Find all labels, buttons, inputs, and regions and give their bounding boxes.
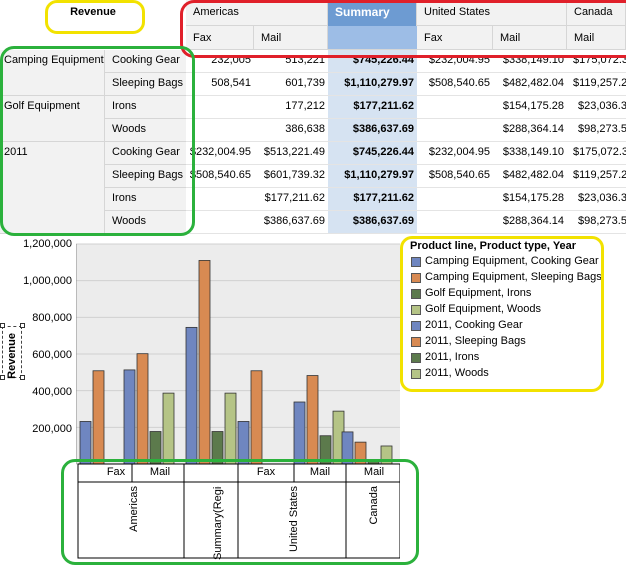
table-cell: $23,036.3	[567, 188, 626, 211]
table-cell-summary: $386,637.69	[328, 119, 417, 142]
bar	[162, 392, 175, 465]
table-cell: $508,540.65	[417, 165, 493, 188]
bar	[198, 260, 211, 465]
table-cell: $513,221.49	[254, 142, 328, 165]
table-cell	[417, 211, 493, 234]
table-cell	[186, 188, 254, 211]
bar	[250, 370, 263, 465]
table-cell: $119,257.2	[567, 165, 626, 188]
table-cell	[186, 119, 254, 142]
table-cell-summary: $386,637.69	[328, 211, 417, 234]
table-cell: $232,004.95	[417, 142, 493, 165]
bar	[136, 353, 149, 465]
bar	[79, 421, 92, 465]
bar	[123, 369, 136, 465]
table-cell: $482,482.04	[493, 165, 567, 188]
table-cell: $288,364.14	[493, 211, 567, 234]
table-cell-summary: $1,110,279.97	[328, 73, 417, 96]
table-cell: $98,273.5	[567, 211, 626, 234]
table-cell: $23,036.3	[567, 96, 626, 119]
table-cell-summary: $1,110,279.97	[328, 165, 417, 188]
selection-handle[interactable]	[0, 375, 5, 380]
table-cell: $288,364.14	[493, 119, 567, 142]
y-tick-label: 400,000	[32, 386, 72, 398]
table-cell: $508,540.65	[417, 73, 493, 96]
table-cell: $482,482.04	[493, 73, 567, 96]
table-cell-summary: $177,211.62	[328, 96, 417, 119]
table-cell: 386,638	[254, 119, 328, 142]
y-tick-label: 600,000	[32, 349, 72, 361]
table-cell: $154,175.28	[493, 188, 567, 211]
table-cell: $508,540.65	[186, 165, 254, 188]
table-cell	[186, 96, 254, 119]
bar	[224, 392, 237, 465]
bar	[293, 401, 306, 465]
table-cell: $175,072.3	[567, 142, 626, 165]
table-cell: $338,149.10	[493, 142, 567, 165]
table-cell-summary: $177,211.62	[328, 188, 417, 211]
table-cell: $232,004.95	[186, 142, 254, 165]
table-cell: $154,175.28	[493, 96, 567, 119]
table-cell: $386,637.69	[254, 211, 328, 234]
bar	[185, 326, 198, 465]
table-cell	[417, 96, 493, 119]
table-cell: 601,739	[254, 73, 328, 96]
annotation-yellow-legend	[400, 236, 604, 392]
y-tick-label: 800,000	[32, 312, 72, 324]
y-tick-label: 1,000,000	[23, 275, 72, 287]
table-cell: $601,739.32	[254, 165, 328, 188]
table-cell: $177,211.62	[254, 188, 328, 211]
table-cell: 177,212	[254, 96, 328, 119]
table-cell: $119,257.2	[567, 73, 626, 96]
table-cell	[417, 119, 493, 142]
annotation-yellow-measure	[45, 0, 145, 34]
annotation-green-rows	[0, 46, 195, 236]
table-cell	[417, 188, 493, 211]
bar	[92, 370, 105, 465]
table-cell	[186, 211, 254, 234]
selection-handle[interactable]	[0, 323, 5, 328]
annotation-green-xaxis	[61, 459, 419, 565]
y-tick-labels: 1,200,000 1,000,000 800,000 600,000 400,…	[8, 236, 72, 466]
bar	[306, 375, 319, 465]
table-cell: $98,273.5	[567, 119, 626, 142]
table-cell-summary: $745,226.44	[328, 142, 417, 165]
table-cell: 508,541	[186, 73, 254, 96]
annotation-red-columns	[180, 0, 626, 58]
y-tick-label: 200,000	[32, 423, 72, 435]
y-tick-label: 1,200,000	[23, 238, 72, 250]
bar	[237, 421, 250, 465]
